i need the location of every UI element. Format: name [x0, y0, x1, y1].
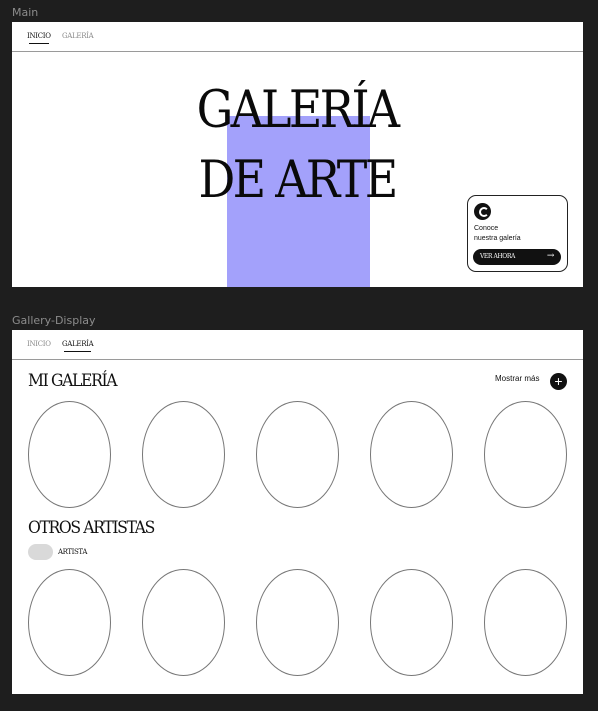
- frame-label-gallery: Gallery-Display: [12, 314, 96, 327]
- artwork-slot[interactable]: [370, 569, 453, 676]
- artwork-slot[interactable]: [28, 569, 111, 676]
- gallery-promo-card: Conoce nuestra galería VER AHORA →: [467, 195, 568, 272]
- artist-avatar-chip[interactable]: [28, 544, 53, 560]
- main-frame: INICIO GALERÍA GALERÍA DE ARTE Conoce nu…: [12, 22, 583, 287]
- hero-title-line-1: GALERÍA: [196, 81, 400, 140]
- card-text: Conoce nuestra galería: [474, 225, 521, 242]
- top-nav: INICIO GALERÍA: [12, 330, 583, 360]
- artwork-slot[interactable]: [142, 401, 225, 508]
- frame-label-main: Main: [12, 6, 39, 19]
- show-more-link[interactable]: Mostrar más: [495, 374, 539, 383]
- artwork-slot[interactable]: [256, 401, 339, 508]
- nav-active-indicator: [64, 351, 92, 352]
- artwork-slot[interactable]: [256, 569, 339, 676]
- nav-item-inicio[interactable]: INICIO: [27, 340, 51, 348]
- my-gallery-title: MI GALERÍA: [28, 371, 118, 391]
- top-nav: INICIO GALERÍA: [12, 22, 583, 52]
- artwork-slot[interactable]: [370, 401, 453, 508]
- arrow-right-icon: →: [546, 251, 555, 261]
- artist-name-label: ARTISTA: [58, 548, 87, 556]
- palette-icon: [474, 203, 491, 220]
- nav-active-indicator: [29, 43, 49, 44]
- nav-item-galeria[interactable]: GALERÍA: [62, 32, 94, 40]
- gallery-frame: INICIO GALERÍA MI GALERÍA Mostrar más + …: [12, 330, 583, 694]
- nav-item-inicio[interactable]: INICIO: [27, 32, 51, 44]
- nav-item-galeria[interactable]: GALERÍA: [62, 340, 94, 352]
- hero-title-line-2: DE ARTE: [198, 151, 398, 210]
- other-artists-title: OTROS ARTISTAS: [28, 518, 155, 538]
- artwork-slot[interactable]: [484, 569, 567, 676]
- view-now-button[interactable]: VER AHORA →: [473, 249, 561, 265]
- artwork-slot[interactable]: [28, 401, 111, 508]
- plus-icon[interactable]: +: [550, 373, 567, 390]
- artwork-slot[interactable]: [484, 401, 567, 508]
- artwork-slot[interactable]: [142, 569, 225, 676]
